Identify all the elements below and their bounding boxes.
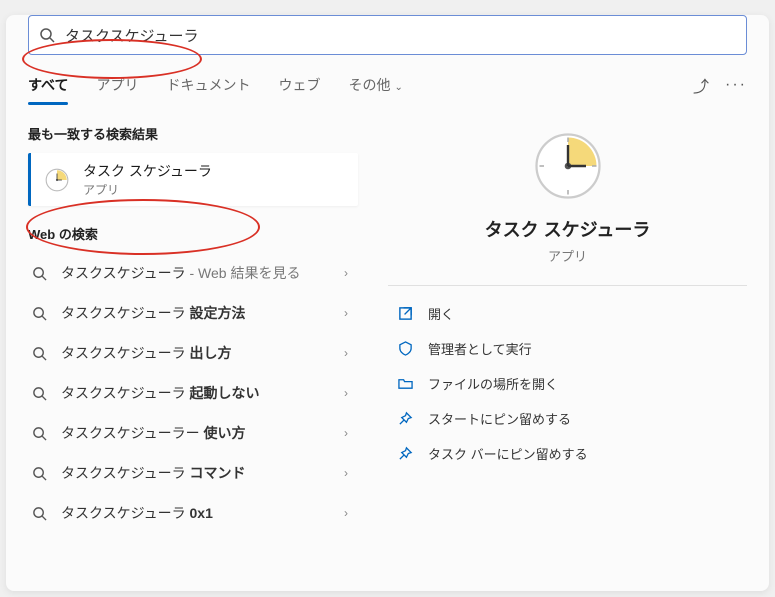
more-icon[interactable]: ··· [725,76,747,94]
divider [388,285,747,286]
action-item[interactable]: ファイルの場所を開く [388,366,747,401]
tab-label: すべて [28,77,68,93]
tab-documents[interactable]: ドキュメント [166,67,250,103]
open-icon [396,306,414,321]
search-icon [39,27,55,43]
pin-icon [396,446,414,461]
tab-apps[interactable]: アプリ [96,67,138,103]
best-match-title: タスク スケジューラ [83,161,212,181]
tab-web[interactable]: ウェブ [278,67,320,103]
action-item[interactable]: タスク バーにピン留めする [388,436,747,471]
search-icon [32,466,47,481]
action-item[interactable]: スタートにピン留めする [388,401,747,436]
tab-label: ドキュメント [166,77,250,93]
web-result-item[interactable]: タスクスケジューラー 使い方 › [28,413,358,453]
search-icon [32,426,47,441]
best-match-heading: 最も一致する検索結果 [28,124,358,143]
share-icon[interactable]: ⤴ [693,73,709,97]
search-icon [32,306,47,321]
action-label: スタートにピン留めする [428,409,571,428]
chevron-right-icon: › [344,346,354,360]
chevron-right-icon: › [344,306,354,320]
chevron-right-icon: › [344,506,354,520]
tab-label: ウェブ [278,77,320,93]
left-column: 最も一致する検索結果 タスク スケジューラ アプリ Web の検索 タスクスケジ… [28,120,358,576]
tab-actions: ⤴ ··· [693,73,747,97]
web-list: タスクスケジューラ - Web 結果を見る › タスクスケジューラ 設定方法 ›… [28,253,358,533]
action-label: 開く [428,304,454,323]
action-label: ファイルの場所を開く [428,374,558,393]
task-scheduler-icon-large [532,130,604,202]
chevron-down-icon: ⌄ [394,82,402,93]
web-heading: Web の検索 [28,224,358,243]
web-result-item[interactable]: タスクスケジューラ - Web 結果を見る › [28,253,358,293]
detail-panel: タスク スケジューラ アプリ 開く管理者として実行ファイルの場所を開くスタートに… [388,120,747,471]
chevron-right-icon: › [344,426,354,440]
best-match-text: タスク スケジューラ アプリ [83,161,212,198]
search-icon [32,386,47,401]
chevron-right-icon: › [344,386,354,400]
web-result-text: タスクスケジューラ 起動しない [61,383,330,403]
right-column: タスク スケジューラ アプリ 開く管理者として実行ファイルの場所を開くスタートに… [388,120,747,576]
web-result-text: タスクスケジューラ - Web 結果を見る [61,263,330,283]
tabs-bar: すべて アプリ ドキュメント ウェブ その他 ⌄ ⤴ ··· [28,67,747,104]
web-result-item[interactable]: タスクスケジューラ コマンド › [28,453,358,493]
search-icon [32,266,47,281]
web-result-item[interactable]: タスクスケジューラ 0x1 › [28,493,358,533]
search-input[interactable] [65,27,736,44]
tab-more[interactable]: その他 ⌄ [348,67,402,103]
action-label: タスク バーにピン留めする [428,444,588,463]
tab-all[interactable]: すべて [28,67,68,103]
action-label: 管理者として実行 [428,339,532,358]
web-result-text: タスクスケジューラ 出し方 [61,343,330,363]
action-item[interactable]: 管理者として実行 [388,331,747,366]
detail-subtitle: アプリ [548,246,587,265]
detail-title: タスク スケジューラ [485,216,651,242]
web-section: Web の検索 タスクスケジューラ - Web 結果を見る › タスクスケジュー… [28,224,358,533]
web-result-text: タスクスケジューラ コマンド [61,463,330,483]
web-result-item[interactable]: タスクスケジューラ 設定方法 › [28,293,358,333]
tab-label: アプリ [96,77,138,93]
search-window: すべて アプリ ドキュメント ウェブ その他 ⌄ ⤴ ··· 最も一致する検索結果… [6,15,769,591]
search-icon [32,506,47,521]
content: 最も一致する検索結果 タスク スケジューラ アプリ Web の検索 タスクスケジ… [28,120,747,576]
action-item[interactable]: 開く [388,296,747,331]
search-icon [32,346,47,361]
best-match-item[interactable]: タスク スケジューラ アプリ [28,153,358,206]
web-result-item[interactable]: タスクスケジューラ 出し方 › [28,333,358,373]
web-result-text: タスクスケジューラ 設定方法 [61,303,330,323]
web-result-item[interactable]: タスクスケジューラ 起動しない › [28,373,358,413]
best-match-subtitle: アプリ [83,181,212,198]
web-result-text: タスクスケジューラー 使い方 [61,423,330,443]
action-list: 開く管理者として実行ファイルの場所を開くスタートにピン留めするタスク バーにピン… [388,296,747,471]
tab-label: その他 [348,77,390,93]
chevron-right-icon: › [344,266,354,280]
task-scheduler-icon [43,166,71,194]
web-result-text: タスクスケジューラ 0x1 [61,503,330,523]
admin-icon [396,341,414,356]
search-bar[interactable] [28,15,747,55]
folder-icon [396,376,414,391]
pin-icon [396,411,414,426]
chevron-right-icon: › [344,466,354,480]
